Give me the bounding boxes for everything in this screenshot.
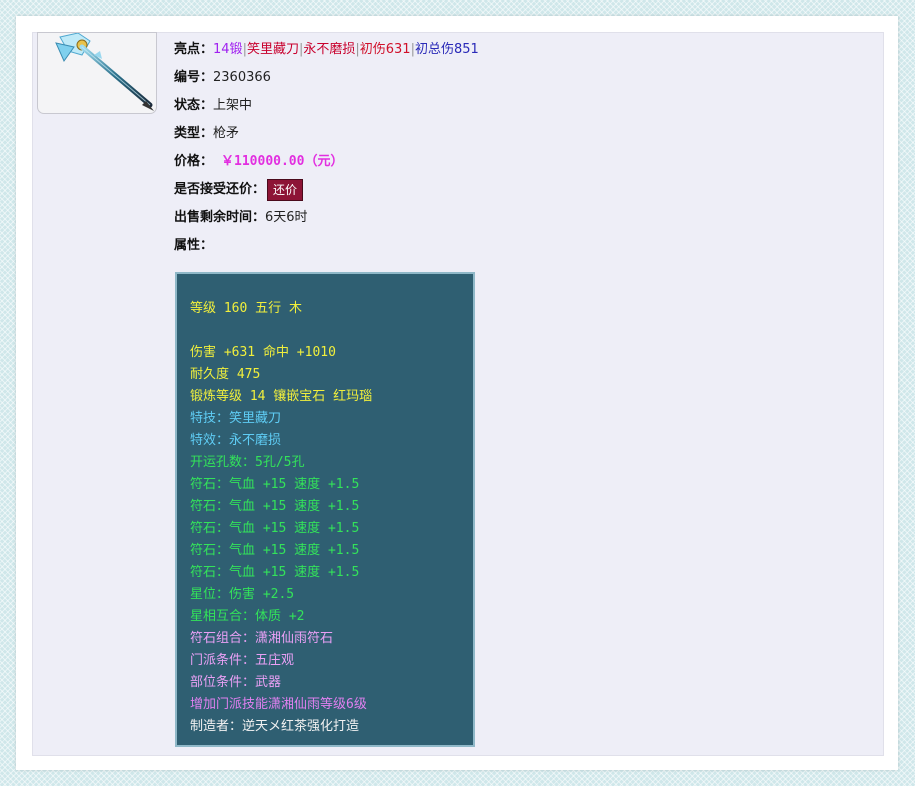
bargain-row: 是否接受还价： 还价 <box>174 176 479 204</box>
attr-damage: 伤害 +631 命中 +1010 <box>190 345 336 360</box>
attr-rune: 符石：气血 +15 速度 +1.5 <box>190 499 360 514</box>
attr-maker: 制造者：逆天メ红茶强化打造 <box>190 719 360 734</box>
highlight-initial-total-damage: 初总伤851 <box>414 42 479 57</box>
time-left-row: 出售剩余时间：6天6时 <box>174 204 479 232</box>
status-row: 状态：上架中 <box>174 92 479 120</box>
attr-sect-skill-bonus: 增加门派技能潇湘仙雨等级6级 <box>190 697 367 712</box>
time-left-value: 6天6时 <box>265 210 308 225</box>
bargain-label: 是否接受还价： <box>174 182 266 197</box>
price-value: ￥110000.00（元） <box>221 154 344 169</box>
attr-skill: 特技：笑里藏刀 <box>190 411 282 426</box>
type-value: 枪矛 <box>213 126 240 141</box>
attr-forge: 锻炼等级 14 镶嵌宝石 红玛瑙 <box>190 389 373 404</box>
highlight-skill: 笑里藏刀 <box>246 42 299 57</box>
bargain-button[interactable]: 还价 <box>267 178 304 201</box>
item-id: 2360366 <box>213 70 271 85</box>
attr-holes: 开运孔数：5孔/5孔 <box>190 455 305 470</box>
type-label: 类型： <box>174 126 214 141</box>
status-label: 状态： <box>174 98 214 113</box>
outer-frame: 亮点：14锻|笑里藏刀|永不磨损|初伤631|初总伤851 编号：2360366… <box>16 16 898 770</box>
item-thumbnail[interactable] <box>37 32 157 114</box>
attr-sect-condition: 门派条件：五庄观 <box>190 653 295 668</box>
highlight-effect: 永不磨损 <box>303 42 356 57</box>
attr-effect: 特效：永不磨损 <box>190 433 282 448</box>
time-left-label: 出售剩余时间： <box>174 210 266 225</box>
id-row: 编号：2360366 <box>174 64 479 92</box>
attr-level: 等级 160 五行 木 <box>190 301 302 316</box>
attr-durability: 耐久度 475 <box>190 367 261 382</box>
spear-weapon-icon <box>55 33 154 111</box>
price-label: 价格： <box>174 154 214 169</box>
type-row: 类型：枪矛 <box>174 120 479 148</box>
attr-rune-combo: 符石组合：潇湘仙雨符石 <box>190 631 334 646</box>
highlight-initial-damage: 初伤631 <box>359 42 411 57</box>
attributes-label: 属性： <box>174 238 214 253</box>
attr-rune: 符石：气血 +15 速度 +1.5 <box>190 477 360 492</box>
attributes-box: 等级 160 五行 木 伤害 +631 命中 +1010 耐久度 475 锻炼等… <box>175 272 475 747</box>
attr-spacer <box>190 320 461 342</box>
attributes-row: 属性： <box>174 232 479 260</box>
highlight-forge: 14锻 <box>213 42 243 57</box>
attr-slot-condition: 部位条件：武器 <box>190 675 282 690</box>
status-value: 上架中 <box>213 98 253 113</box>
id-label: 编号： <box>174 70 214 85</box>
item-detail-panel: 亮点：14锻|笑里藏刀|永不磨损|初伤631|初总伤851 编号：2360366… <box>32 32 884 756</box>
highlights-row: 亮点：14锻|笑里藏刀|永不磨损|初伤631|初总伤851 <box>174 36 479 64</box>
attr-rune: 符石：气血 +15 速度 +1.5 <box>190 565 360 580</box>
attr-star-match: 星相互合：体质 +2 <box>190 609 305 624</box>
price-row: 价格： ￥110000.00（元） <box>174 148 479 176</box>
attr-rune: 符石：气血 +15 速度 +1.5 <box>190 543 360 558</box>
item-info: 亮点：14锻|笑里藏刀|永不磨损|初伤631|初总伤851 编号：2360366… <box>174 36 479 260</box>
attr-star-position: 星位：伤害 +2.5 <box>190 587 295 602</box>
highlights-label: 亮点： <box>174 42 214 57</box>
attr-rune: 符石：气血 +15 速度 +1.5 <box>190 521 360 536</box>
